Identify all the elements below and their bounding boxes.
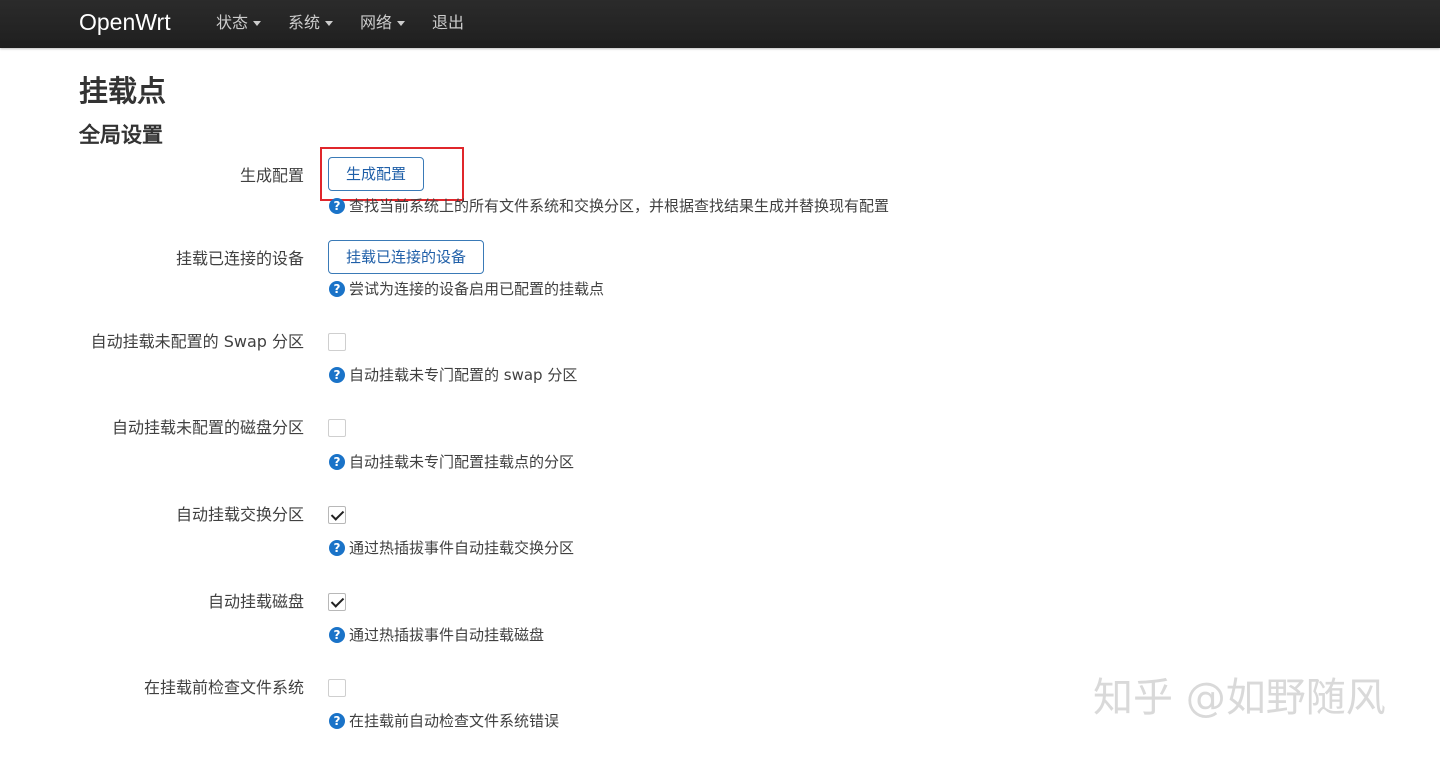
- auto-mount-label: 自动挂载磁盘: [207, 592, 304, 611]
- generate-config-label: 生成配置: [239, 166, 304, 185]
- menu-logout[interactable]: 退出: [432, 12, 464, 34]
- auto-swap-help: ? 通过热插拔事件自动挂载交换分区: [329, 538, 574, 558]
- help-icon: ?: [329, 367, 345, 383]
- chevron-down-icon: [253, 21, 262, 26]
- auto-mount-checkbox[interactable]: [328, 593, 346, 611]
- highlight-annotation-box: [320, 147, 464, 201]
- check-fs-label: 在挂载前检查文件系统: [143, 678, 304, 697]
- anon-mount-help: ? 自动挂载未专门配置挂载点的分区: [329, 452, 574, 472]
- menu-network-label: 网络: [360, 13, 393, 32]
- auto-mount-help-text: 通过热插拔事件自动挂载磁盘: [349, 626, 545, 644]
- help-icon: ?: [329, 627, 345, 643]
- mount-attached-help-text: 尝试为连接的设备启用已配置的挂载点: [349, 280, 605, 298]
- anon-swap-help-text: 自动挂载未专门配置的 swap 分区: [349, 366, 578, 384]
- anon-mount-help-text: 自动挂载未专门配置挂载点的分区: [349, 453, 575, 471]
- check-fs-help-text: 在挂载前自动检查文件系统错误: [349, 712, 560, 730]
- page-title: 挂载点: [79, 74, 167, 108]
- anon-swap-label: 自动挂载未配置的 Swap 分区: [90, 332, 304, 351]
- check-fs-checkbox[interactable]: [328, 679, 346, 697]
- menu-network[interactable]: 网络: [360, 12, 406, 34]
- help-icon: ?: [329, 454, 345, 470]
- generate-config-help: ? 查找当前系统上的所有文件系统和交换分区，并根据查找结果生成并替换现有配置: [329, 196, 889, 216]
- help-icon: ?: [329, 540, 345, 556]
- watermark-text: 知乎 @如野随风: [1093, 675, 1386, 721]
- menu-system-label: 系统: [288, 13, 321, 32]
- anon-swap-help: ? 自动挂载未专门配置的 swap 分区: [329, 365, 577, 385]
- top-navbar: OpenWrt 状态 系统 网络 退出: [0, 0, 1440, 48]
- menu-system[interactable]: 系统: [288, 12, 334, 34]
- anon-mount-label: 自动挂载未配置的磁盘分区: [111, 418, 304, 437]
- mount-attached-button[interactable]: 挂载已连接的设备: [328, 240, 485, 274]
- menu-status[interactable]: 状态: [216, 12, 262, 34]
- menu-status-label: 状态: [216, 13, 249, 32]
- help-icon: ?: [329, 198, 345, 214]
- auto-mount-help: ? 通过热插拔事件自动挂载磁盘: [329, 625, 544, 645]
- section-title: 全局设置: [79, 123, 163, 147]
- checkmark-icon: [330, 594, 345, 608]
- anon-swap-checkbox[interactable]: [328, 333, 346, 351]
- mount-attached-help: ? 尝试为连接的设备启用已配置的挂载点: [329, 279, 604, 299]
- help-icon: ?: [329, 281, 345, 297]
- auto-swap-help-text: 通过热插拔事件自动挂载交换分区: [349, 539, 575, 557]
- auto-swap-label: 自动挂载交换分区: [175, 505, 304, 524]
- auto-swap-checkbox[interactable]: [328, 506, 346, 524]
- help-icon: ?: [329, 713, 345, 729]
- anon-mount-checkbox[interactable]: [328, 419, 346, 437]
- menu-logout-label: 退出: [432, 13, 465, 32]
- check-fs-help: ? 在挂载前自动检查文件系统错误: [329, 711, 559, 731]
- generate-config-help-text: 查找当前系统上的所有文件系统和交换分区，并根据查找结果生成并替换现有配置: [349, 197, 890, 215]
- brand-logo[interactable]: OpenWrt: [79, 8, 171, 36]
- mount-attached-label: 挂载已连接的设备: [175, 249, 304, 268]
- chevron-down-icon: [325, 21, 334, 26]
- checkmark-icon: [330, 507, 345, 521]
- chevron-down-icon: [397, 21, 406, 26]
